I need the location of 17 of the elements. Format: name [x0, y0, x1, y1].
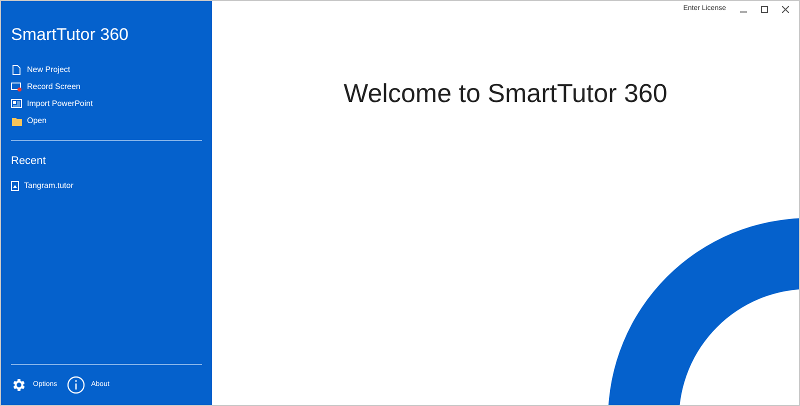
welcome-heading: Welcome to SmartTutor 360 [342, 77, 668, 110]
sidebar-action[interactable]: Record Screen [11, 78, 202, 96]
document-icon [12, 65, 21, 75]
app-title: SmartTutor 360 [11, 24, 130, 46]
folder-icon [12, 116, 22, 126]
slides-icon [11, 99, 22, 109]
settings-icon [11, 377, 27, 393]
info-icon [67, 376, 86, 394]
maximize-icon[interactable] [761, 6, 768, 13]
screen-record-icon [11, 82, 22, 92]
sidebar-action[interactable]: Import PowerPoint [11, 96, 202, 112]
close-icon[interactable] [782, 6, 789, 13]
recent-file[interactable]: Tangram.tutor [11, 179, 202, 193]
sidebar-action[interactable]: Open [11, 112, 202, 130]
file-icon [11, 181, 19, 191]
recent-heading: Recent [11, 154, 47, 168]
sidebar-action[interactable]: New Project [11, 62, 202, 78]
